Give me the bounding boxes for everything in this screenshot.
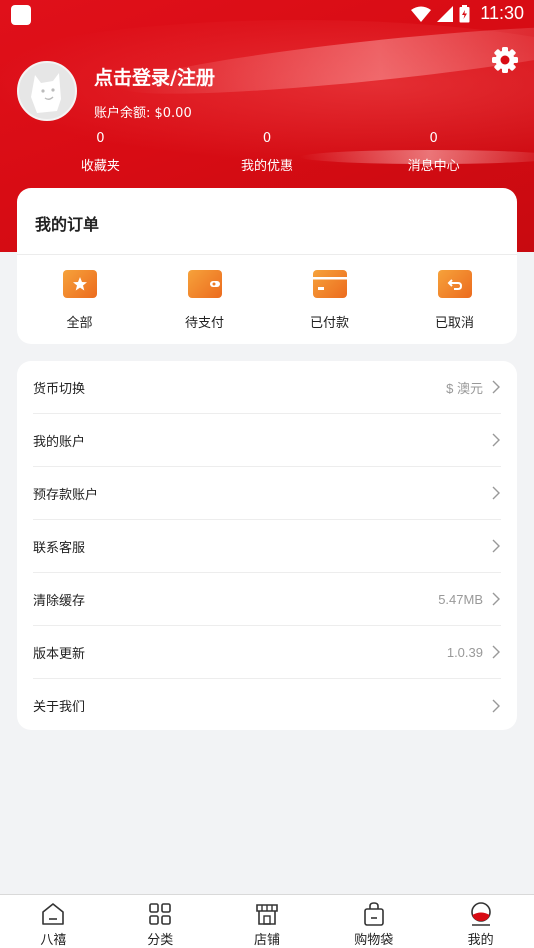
home-icon — [42, 903, 65, 925]
tab-shopping-bag[interactable]: 购物袋 — [320, 895, 427, 948]
stat-count: 0 — [262, 131, 272, 146]
menu-item-deposit-account[interactable]: 预存款账户 — [33, 467, 501, 520]
default-avatar-icon — [31, 73, 61, 113]
bag-icon — [363, 902, 384, 926]
order-cancelled-button[interactable]: 已取消 — [392, 270, 517, 331]
chevron-right-icon — [492, 433, 500, 447]
menu-value: 1.0.39 — [446, 644, 483, 660]
menu-item-currency[interactable]: 货币切换 $ 澳元 — [33, 361, 501, 414]
menu-value: 5.47MB — [438, 591, 483, 607]
tab-label: 分类 — [147, 933, 174, 948]
settings-menu: 货币切换 $ 澳元 我的账户 预存款账户 联系客服 清除缓存 5.47MB 版本… — [17, 361, 517, 730]
stat-coupons[interactable]: 0 我的优惠 — [184, 131, 351, 179]
profile-icon — [470, 902, 491, 926]
app-notification-icon — [11, 5, 31, 25]
stat-label: 消息中心 — [407, 159, 460, 174]
chevron-right-icon — [492, 486, 500, 500]
chevron-right-icon — [492, 380, 500, 394]
tab-label: 店铺 — [253, 933, 280, 948]
status-time: 11:30 — [480, 3, 524, 23]
store-icon — [256, 904, 278, 925]
chevron-right-icon — [492, 645, 500, 659]
wifi-icon — [411, 6, 432, 22]
bottom-tab-bar: 八禧 分类 店铺 购物袋 我的 — [0, 894, 534, 948]
menu-label: 关于我们 — [33, 700, 86, 715]
chevron-right-icon — [492, 592, 500, 606]
settings-gear-icon[interactable] — [491, 46, 519, 74]
tab-store[interactable]: 店铺 — [214, 895, 321, 948]
stat-label: 收藏夹 — [80, 159, 120, 174]
stats-row: 0 收藏夹 0 我的优惠 0 消息中心 — [17, 131, 517, 179]
order-label: 已取消 — [434, 316, 474, 331]
menu-item-clear-cache[interactable]: 清除缓存 5.47MB — [33, 573, 501, 626]
star-icon — [62, 270, 97, 298]
stat-messages[interactable]: 0 消息中心 — [350, 131, 517, 179]
stat-favorites[interactable]: 0 收藏夹 — [17, 131, 184, 179]
menu-label: 货币切换 — [33, 381, 86, 397]
stat-label: 我的优惠 — [241, 159, 294, 174]
menu-label: 版本更新 — [33, 646, 86, 662]
divider — [17, 254, 517, 255]
status-bar: 11:30 — [0, 0, 534, 30]
tab-label: 购物袋 — [354, 933, 394, 948]
menu-item-version-update[interactable]: 版本更新 1.0.39 — [33, 626, 501, 679]
menu-label: 我的账户 — [33, 434, 86, 450]
grid-icon — [149, 903, 171, 925]
menu-label: 预存款账户 — [33, 487, 99, 503]
menu-value: $ 澳元 — [446, 380, 483, 396]
tab-home[interactable]: 八禧 — [0, 895, 107, 948]
menu-item-about-us[interactable]: 关于我们 — [33, 679, 501, 730]
tab-category[interactable]: 分类 — [107, 895, 214, 948]
orders-card: 我的订单 全部 待支付 已付款 已取消 — [17, 188, 517, 344]
avatar[interactable] — [17, 61, 77, 121]
order-all-button[interactable]: 全部 — [17, 270, 142, 331]
order-unpaid-button[interactable]: 待支付 — [142, 270, 267, 331]
tab-label: 八禧 — [40, 933, 67, 948]
battery-icon — [459, 4, 470, 22]
menu-label: 清除缓存 — [33, 593, 86, 609]
tab-label: 我的 — [467, 933, 494, 948]
card-icon — [312, 270, 347, 298]
chevron-right-icon — [492, 539, 500, 553]
order-label: 全部 — [66, 316, 93, 331]
stat-count: 0 — [96, 131, 105, 146]
menu-item-customer-service[interactable]: 联系客服 — [33, 520, 501, 573]
chevron-right-icon — [492, 699, 500, 712]
order-label: 待支付 — [184, 316, 224, 331]
account-balance: 账户余额: $0.00 — [94, 106, 192, 121]
order-label: 已付款 — [309, 316, 349, 331]
login-register-link[interactable]: 点击登录/注册 — [94, 63, 215, 90]
cellular-signal-icon — [437, 5, 454, 22]
wallet-icon — [187, 270, 222, 298]
order-paid-button[interactable]: 已付款 — [267, 270, 392, 331]
tab-profile[interactable]: 我的 — [427, 895, 534, 948]
menu-label: 联系客服 — [33, 540, 86, 556]
undo-icon — [437, 270, 472, 298]
stat-count: 0 — [429, 131, 438, 146]
orders-title: 我的订单 — [35, 215, 100, 234]
menu-item-my-account[interactable]: 我的账户 — [33, 414, 501, 467]
